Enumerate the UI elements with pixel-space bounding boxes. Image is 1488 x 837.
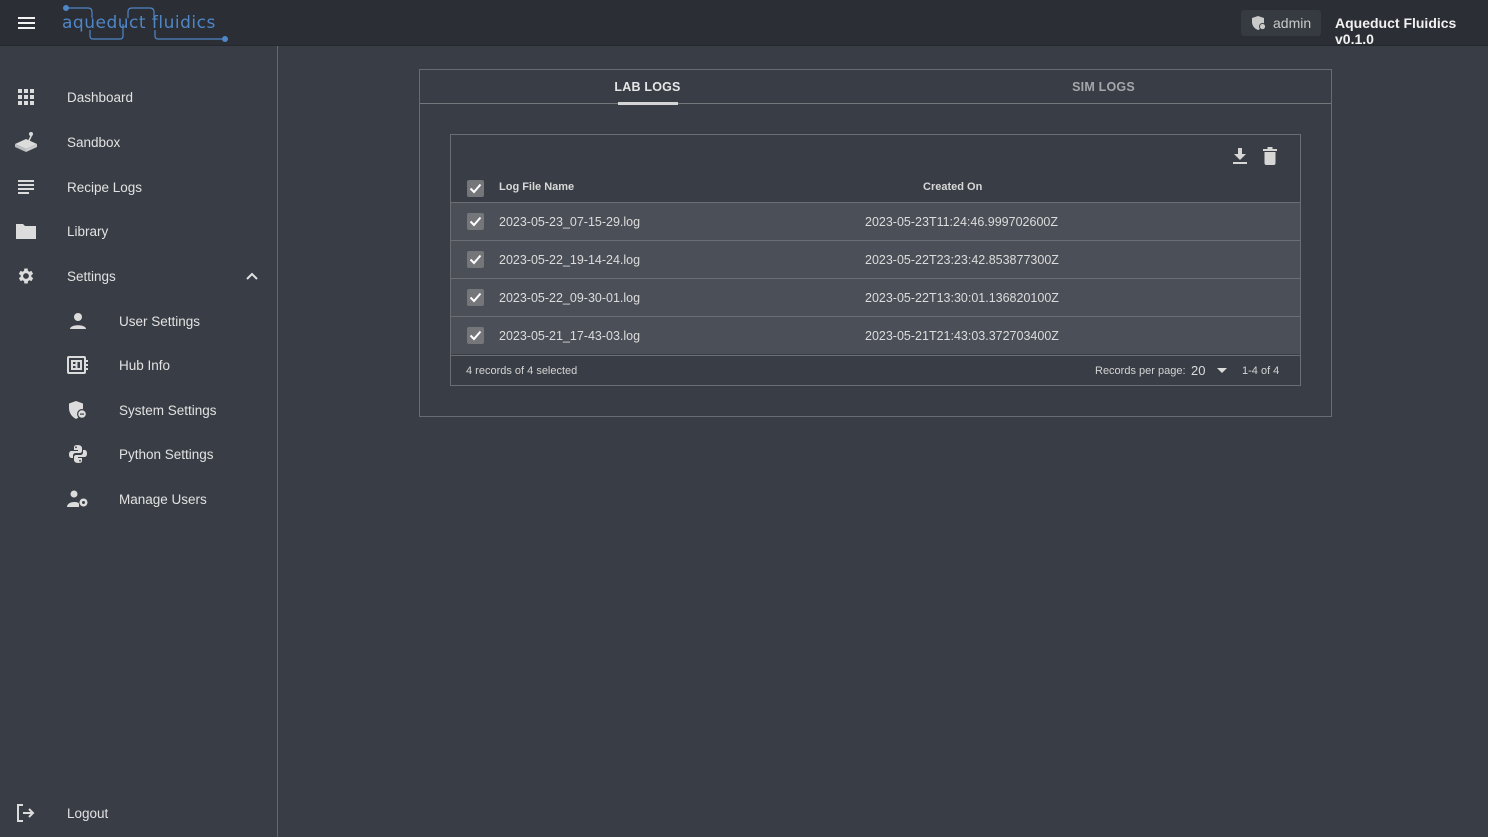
check-icon	[469, 330, 482, 341]
table-header: Log File Name Created On	[451, 175, 1300, 202]
check-icon	[469, 216, 482, 227]
chevron-up-icon[interactable]	[244, 268, 260, 284]
joystick-icon	[14, 130, 38, 154]
caret-down-icon	[1217, 368, 1227, 373]
table-row[interactable]: 2023-05-21_17-43-03.log 2023-05-21T21:43…	[451, 316, 1300, 354]
sidebar-item-sandbox[interactable]: Sandbox	[0, 122, 278, 162]
sidebar: Dashboard Sandbox Recipe Logs Library Se…	[0, 46, 278, 837]
pagination-range: 1-4 of 4	[1242, 365, 1280, 377]
selection-count: 4 records of 4 selected	[466, 365, 578, 377]
table-row[interactable]: 2023-05-22_19-14-24.log 2023-05-22T23:23…	[451, 240, 1300, 278]
sidebar-item-logout[interactable]: Logout	[0, 793, 278, 833]
row-checkbox[interactable]	[467, 251, 484, 268]
svg-text:aqueduct fluidics: aqueduct fluidics	[62, 13, 216, 33]
sidebar-item-label: User Settings	[119, 313, 201, 329]
column-header-log-file-name[interactable]: Log File Name	[499, 181, 574, 193]
created-on: 2023-05-22T13:30:01.136820100Z	[865, 291, 1059, 305]
trash-icon	[1263, 147, 1277, 165]
user-chip[interactable]: admin	[1241, 10, 1321, 36]
sidebar-item-hub-info[interactable]: Hub Info	[0, 345, 278, 385]
records-per-page-value: 20	[1191, 363, 1206, 378]
row-checkbox[interactable]	[467, 213, 484, 230]
notes-icon	[14, 175, 38, 199]
gear-icon	[14, 264, 38, 288]
sidebar-item-python-settings[interactable]: Python Settings	[0, 434, 278, 474]
row-checkbox[interactable]	[467, 327, 484, 344]
table-row[interactable]: 2023-05-23_07-15-29.log 2023-05-23T11:24…	[451, 202, 1300, 240]
records-per-page-select[interactable]: 20	[1191, 360, 1231, 382]
shield-user-icon	[1252, 16, 1266, 30]
check-icon	[469, 254, 482, 265]
tab-label: LAB LOGS	[614, 80, 681, 94]
shield-icon	[66, 398, 90, 422]
log-file-name: 2023-05-22_19-14-24.log	[499, 253, 641, 267]
chip-icon	[66, 353, 90, 377]
sidebar-item-manage-users[interactable]: Manage Users	[0, 479, 278, 519]
sidebar-item-label: Python Settings	[119, 446, 214, 462]
sidebar-item-label: Hub Info	[119, 357, 171, 373]
delete-button[interactable]	[1259, 145, 1281, 167]
sidebar-item-recipe-logs[interactable]: Recipe Logs	[0, 167, 278, 207]
hamburger-icon-line	[17, 22, 35, 24]
user-gear-icon	[66, 487, 90, 511]
check-icon	[469, 292, 482, 303]
app-version: Aqueduct Fluidics v0.1.0	[1335, 15, 1457, 47]
download-icon	[1233, 148, 1247, 164]
logs-table: Log File Name Created On 2023-05-23_07-1…	[450, 134, 1301, 386]
table-row[interactable]: 2023-05-22_09-30-01.log 2023-05-22T13:30…	[451, 278, 1300, 316]
log-file-name: 2023-05-22_09-30-01.log	[499, 291, 641, 305]
created-on: 2023-05-22T23:23:42.853877300Z	[865, 253, 1059, 267]
records-per-page-label: Records per page:	[1095, 365, 1186, 377]
sidebar-item-label: Manage Users	[119, 491, 207, 507]
logs-card: LAB LOGS SIM LOGS Log File Name Created …	[419, 69, 1332, 417]
log-tabs: LAB LOGS SIM LOGS	[420, 70, 1331, 105]
sidebar-item-label: Dashboard	[67, 89, 134, 105]
user-name: admin	[1273, 15, 1312, 31]
column-header-created-on[interactable]: Created On	[923, 181, 982, 193]
grid-icon	[14, 85, 38, 109]
sidebar-item-user-settings[interactable]: User Settings	[0, 301, 278, 341]
download-button[interactable]	[1229, 145, 1251, 167]
logout-icon	[14, 801, 38, 825]
folder-icon	[14, 219, 38, 243]
sidebar-item-label: Settings	[67, 268, 116, 284]
check-icon	[469, 183, 482, 194]
sidebar-item-label: Library	[67, 223, 109, 239]
log-file-name: 2023-05-21_17-43-03.log	[499, 329, 641, 343]
log-file-name: 2023-05-23_07-15-29.log	[499, 215, 641, 229]
aqueduct-fluidics-logo: aqueduct fluidics	[62, 5, 228, 42]
table-footer: 4 records of 4 selected Records per page…	[451, 355, 1300, 385]
person-icon	[66, 309, 90, 333]
menu-button[interactable]	[14, 11, 38, 35]
sidebar-item-settings[interactable]: Settings	[0, 256, 278, 296]
sidebar-item-label: Logout	[67, 805, 109, 821]
tab-label: SIM LOGS	[1072, 80, 1135, 94]
select-all-checkbox[interactable]	[467, 180, 484, 197]
row-checkbox[interactable]	[467, 289, 484, 306]
created-on: 2023-05-23T11:24:46.999702600Z	[865, 215, 1058, 229]
tab-sim-logs[interactable]: SIM LOGS	[876, 70, 1331, 104]
sidebar-item-system-settings[interactable]: System Settings	[0, 390, 278, 430]
sidebar-item-label: Sandbox	[67, 134, 121, 150]
created-on: 2023-05-21T21:43:03.372703400Z	[865, 329, 1059, 343]
tab-lab-logs[interactable]: LAB LOGS	[420, 70, 875, 105]
sidebar-item-library[interactable]: Library	[0, 211, 278, 251]
hamburger-icon	[17, 17, 35, 19]
hamburger-icon-line	[17, 27, 35, 29]
sidebar-item-label: Recipe Logs	[67, 179, 143, 195]
active-tab-indicator	[618, 102, 678, 105]
sidebar-item-label: System Settings	[119, 402, 217, 418]
sidebar-item-dashboard[interactable]: Dashboard	[0, 77, 278, 117]
top-app-bar: aqueduct fluidics admin Aqueduct Fluidic…	[0, 0, 1488, 47]
python-icon	[66, 442, 90, 466]
